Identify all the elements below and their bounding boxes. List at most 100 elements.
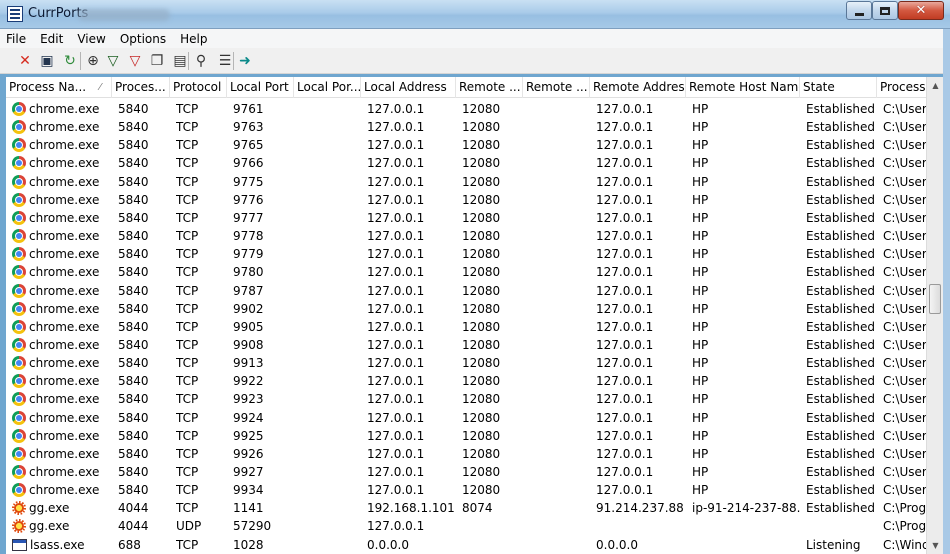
maximize-button[interactable] — [872, 1, 898, 20]
scroll-up-icon[interactable]: ▲ — [927, 77, 944, 94]
blurred-title-suffix — [78, 9, 170, 21]
cell-process-name: chrome.exe — [12, 209, 113, 227]
table-row[interactable]: chrome.exe 5840 TCP 9766 127.0.0.1 12080 127.0… — [6, 154, 926, 172]
cell-remote-port: 12080 — [462, 428, 501, 443]
minimize-icon — [854, 12, 864, 16]
chrome-icon — [12, 283, 26, 298]
cell-process-path: C:\Progr — [883, 519, 926, 534]
table-row[interactable]: chrome.exe 5840 TCP 9765 127.0.0.1 12080 127.0… — [6, 136, 926, 154]
table-row[interactable]: chrome.exe 5840 TCP 9926 127.0.0.1 12080 127.0… — [6, 445, 926, 463]
column-header-label: State — [803, 80, 835, 94]
filter-icon[interactable]: ▽ — [104, 52, 122, 70]
column-header-local-port-name[interactable]: Local Por... — [294, 77, 361, 98]
cell-remote-port-name — [529, 100, 591, 118]
table-row[interactable]: chrome.exe 5840 TCP 9902 127.0.0.1 12080 127.0… — [6, 300, 926, 318]
chrome-icon — [12, 192, 26, 207]
properties-icon[interactable]: ▤ — [171, 52, 189, 70]
close-window-button[interactable]: ✕ — [898, 1, 944, 20]
column-header-remote-port[interactable]: Remote ... — [456, 77, 523, 98]
process-name-text: chrome.exe — [29, 283, 100, 298]
cell-remote-port: 12080 — [462, 120, 501, 135]
table-row[interactable]: chrome.exe 5840 TCP 9776 127.0.0.1 12080 127.0… — [6, 191, 926, 209]
cell-process-name: chrome.exe — [12, 427, 113, 445]
minimize-button[interactable] — [846, 1, 872, 20]
report-icon[interactable]: ☰ — [216, 52, 234, 70]
filter-red-icon[interactable]: ▽ — [126, 52, 144, 70]
cell-remote-host-name: HP — [692, 283, 709, 298]
target-icon[interactable]: ⊕ — [84, 52, 102, 70]
table-row[interactable]: lsass.exe 688 TCP 1028 0.0.0.0 0.0.0.0 Listeni… — [6, 536, 926, 554]
scroll-thumb[interactable] — [929, 284, 941, 314]
vertical-scrollbar[interactable]: ▲ ▼ — [926, 77, 943, 554]
cell-protocol: TCP — [176, 283, 199, 298]
table-row[interactable]: chrome.exe 5840 TCP 9905 127.0.0.1 12080 127.0… — [6, 318, 926, 336]
column-header-label: Remote ... — [459, 80, 521, 94]
app-icon — [7, 6, 23, 22]
cell-local-address: 127.0.0.1 — [367, 192, 425, 207]
table-row[interactable]: chrome.exe 5840 TCP 9778 127.0.0.1 12080 127.0… — [6, 227, 926, 245]
scroll-down-icon[interactable]: ▼ — [927, 537, 944, 554]
column-header-protocol[interactable]: Protocol — [170, 77, 227, 98]
table-row[interactable]: chrome.exe 5840 TCP 9787 127.0.0.1 12080 127.0… — [6, 282, 926, 300]
cell-process-path: C:\Users — [883, 120, 926, 135]
column-header-process-name[interactable]: Process Na... ⁄ — [6, 77, 112, 98]
column-header-remote-address[interactable]: Remote Address — [590, 77, 686, 98]
table-row[interactable]: chrome.exe 5840 TCP 9908 127.0.0.1 12080 127.0… — [6, 336, 926, 354]
copy-icon[interactable]: ❐ — [148, 52, 166, 70]
table-row[interactable]: chrome.exe 5840 TCP 9925 127.0.0.1 12080 127.0… — [6, 427, 926, 445]
find-icon[interactable]: ⚲ — [192, 52, 210, 70]
table-row[interactable]: chrome.exe 5840 TCP 9922 127.0.0.1 12080 127.0… — [6, 372, 926, 390]
menu-options[interactable]: Options — [120, 32, 166, 46]
cell-process-path: C:\Users — [883, 138, 926, 153]
cell-local-port-name — [300, 318, 362, 336]
menu-edit[interactable]: Edit — [40, 32, 63, 46]
table-row[interactable]: chrome.exe 5840 TCP 9777 127.0.0.1 12080 127.0… — [6, 209, 926, 227]
window-frame — [943, 29, 950, 554]
column-header-remote-port-name[interactable]: Remote ... — [523, 77, 590, 98]
column-header-local-address[interactable]: Local Address — [361, 77, 456, 98]
title-bar[interactable]: CurrPorts ✕ — [0, 0, 950, 29]
cell-local-address: 127.0.0.1 — [367, 465, 425, 479]
cell-remote-port: 12080 — [462, 247, 501, 262]
menu-view[interactable]: View — [77, 32, 105, 46]
save-icon[interactable]: ▣ — [38, 52, 56, 70]
cell-remote-port-name — [529, 481, 591, 499]
table-row[interactable]: chrome.exe 5840 TCP 9779 127.0.0.1 12080 127.0… — [6, 245, 926, 263]
cell-local-address: 192.168.1.101 — [367, 501, 455, 516]
cell-remote-port-name — [529, 372, 591, 390]
cell-local-port: 9780 — [233, 265, 264, 280]
table-row[interactable]: gg.exe 4044 TCP 1141 192.168.1.101 8074 91.214… — [6, 499, 926, 517]
cell-remote-port: 12080 — [462, 210, 501, 225]
column-header-process-id[interactable]: Proces... — [112, 77, 170, 98]
column-header-remote-host-name[interactable]: Remote Host Name — [686, 77, 800, 98]
table-row[interactable]: chrome.exe 5840 TCP 9761 127.0.0.1 12080 127.0… — [6, 100, 926, 118]
cell-remote-port-name — [529, 390, 591, 408]
cell-remote-address: 127.0.0.1 — [596, 428, 654, 443]
chrome-icon — [12, 483, 26, 498]
process-name-text: chrome.exe — [29, 210, 100, 225]
column-header-process-path[interactable]: Process — [877, 77, 926, 98]
table-row[interactable]: chrome.exe 5840 TCP 9927 127.0.0.1 12080 127.0… — [6, 463, 926, 481]
column-header-local-port[interactable]: Local Port — [227, 77, 294, 98]
close-connections-icon[interactable]: ✕ — [16, 52, 34, 70]
exit-icon[interactable]: ➜ — [236, 52, 254, 70]
table-row[interactable]: chrome.exe 5840 TCP 9924 127.0.0.1 12080 127.0… — [6, 409, 926, 427]
cell-remote-host-name: HP — [692, 265, 709, 280]
menu-help[interactable]: Help — [180, 32, 207, 46]
process-name-text: chrome.exe — [29, 247, 100, 262]
chrome-icon — [12, 465, 26, 479]
table-row[interactable]: gg.exe 4044 UDP 57290 127.0.0.1 C:\Progr — [6, 517, 926, 535]
table-row[interactable]: chrome.exe 5840 TCP 9923 127.0.0.1 12080 127.0… — [6, 390, 926, 408]
menu-file[interactable]: File — [6, 32, 26, 46]
refresh-icon[interactable]: ↻ — [61, 52, 79, 70]
table-row[interactable]: chrome.exe 5840 TCP 9934 127.0.0.1 12080 127.0… — [6, 481, 926, 499]
ports-list[interactable]: Process Na... ⁄ Proces... Protocol Local Por… — [6, 77, 926, 554]
table-row[interactable]: chrome.exe 5840 TCP 9913 127.0.0.1 12080 127.0… — [6, 354, 926, 372]
column-header-state[interactable]: State — [800, 77, 877, 98]
table-row[interactable]: chrome.exe 5840 TCP 9780 127.0.0.1 12080 127.0… — [6, 263, 926, 281]
process-name-text: chrome.exe — [29, 319, 100, 334]
chrome-icon — [12, 229, 26, 244]
table-row[interactable]: chrome.exe 5840 TCP 9763 127.0.0.1 12080 127.0… — [6, 118, 926, 136]
table-row[interactable]: chrome.exe 5840 TCP 9775 127.0.0.1 12080 127.0… — [6, 173, 926, 191]
process-name-text: chrome.exe — [29, 337, 100, 352]
